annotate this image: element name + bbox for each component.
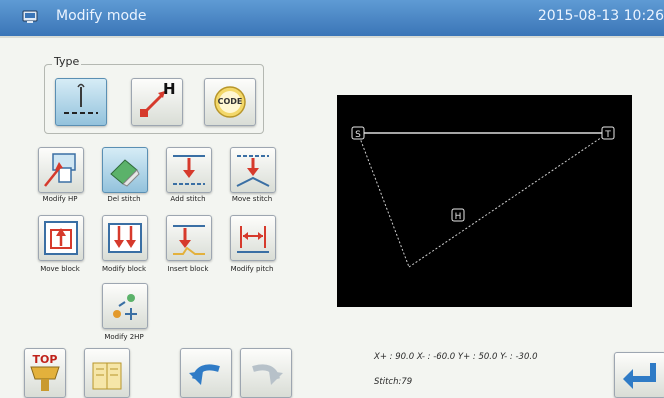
code-text: CODE — [217, 97, 243, 106]
modify-hp-icon — [44, 153, 76, 187]
redo-icon — [252, 364, 283, 385]
modify-block-icon — [108, 223, 142, 253]
pattern-preview: S T H — [337, 95, 632, 307]
add-stitch-label: Add stitch — [170, 195, 206, 203]
type-stitch-button[interactable] — [55, 78, 107, 126]
title-bar: Modify mode 2015-08-13 10:26 — [0, 0, 664, 36]
home-h-text: H — [163, 80, 176, 98]
end-marker-label: T — [604, 130, 611, 140]
type-home-button[interactable]: H — [131, 78, 183, 126]
book-icon — [92, 362, 122, 390]
add-stitch-icon — [173, 155, 205, 185]
move-stitch-button[interactable] — [230, 147, 276, 193]
modify-hp-label: Modify HP — [42, 195, 78, 203]
undo-icon — [189, 364, 220, 385]
manual-button[interactable] — [84, 348, 130, 398]
move-block-icon — [44, 221, 78, 255]
pattern-canvas: S T H — [351, 126, 615, 268]
title-divider — [0, 36, 664, 38]
eraser-icon — [110, 159, 140, 187]
stitch-needle-icon — [64, 83, 98, 114]
modify-block-button[interactable] — [102, 215, 148, 261]
top-button[interactable]: TOP — [24, 348, 66, 398]
modify-block-label: Modify block — [102, 265, 146, 273]
modify-pitch-label: Modify pitch — [230, 265, 274, 273]
del-stitch-label: Del stitch — [107, 195, 141, 203]
modify-2hp-label: Modify 2HP — [104, 333, 144, 341]
move-stitch-label: Move stitch — [231, 195, 273, 203]
move-block-label: Move block — [40, 265, 80, 273]
add-stitch-button[interactable] — [166, 147, 212, 193]
insert-block-button[interactable] — [166, 215, 212, 261]
modify-pitch-button[interactable] — [230, 215, 276, 261]
undo-button[interactable] — [180, 348, 232, 398]
top-text: TOP — [32, 353, 58, 366]
stitch-line-left — [357, 132, 410, 268]
insert-block-icon — [173, 225, 205, 255]
redo-button[interactable] — [240, 348, 292, 398]
modify-hp-button[interactable] — [38, 147, 84, 193]
modify-pitch-icon — [237, 226, 269, 253]
coordinate-readout: X+ : 90.0 X- : -60.0 Y+ : 50.0 Y- : -30.… — [374, 352, 538, 362]
del-stitch-button[interactable] — [102, 147, 148, 193]
home-marker-label: H — [455, 212, 462, 222]
start-marker-label: S — [355, 130, 361, 140]
datetime-display: 2015-08-13 10:26 — [537, 8, 664, 24]
app-logo-icon — [22, 10, 38, 23]
stitch-count: Stitch:79 — [374, 377, 413, 387]
modify-2hp-button[interactable] — [102, 283, 148, 329]
type-group-label: Type — [52, 55, 82, 68]
stitch-line-right — [408, 132, 609, 268]
insert-block-label: Insert block — [167, 265, 209, 273]
enter-icon — [623, 363, 656, 389]
move-stitch-icon — [236, 155, 270, 187]
modify-2hp-icon — [113, 294, 137, 320]
enter-button[interactable] — [614, 352, 664, 398]
page-title: Modify mode — [56, 8, 147, 24]
move-block-button[interactable] — [38, 215, 84, 261]
type-code-button[interactable]: CODE — [204, 78, 256, 126]
